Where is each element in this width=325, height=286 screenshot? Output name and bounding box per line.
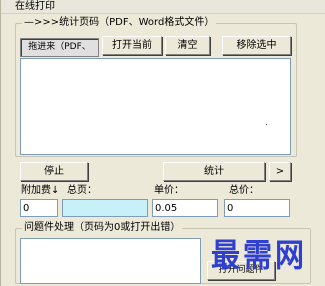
unit-price-input[interactable] xyxy=(152,199,218,217)
count-pages-legend: —>>>统计页码（PDF、Word格式文件） xyxy=(22,17,217,29)
title-bar: 在线打印 xyxy=(1,0,325,14)
problem-file-list[interactable] xyxy=(20,238,201,284)
count-button[interactable]: 统计 xyxy=(163,162,265,181)
total-pages-label: 总页： xyxy=(67,185,97,196)
list-marker xyxy=(266,124,267,125)
drag-in-button[interactable]: 拖进来（PDF、DOC） xyxy=(20,38,99,69)
total-price-input[interactable] xyxy=(224,199,290,217)
surcharge-label: 附加费↓ xyxy=(21,185,60,196)
more-button[interactable]: > xyxy=(269,162,291,181)
clear-button[interactable]: 清空 xyxy=(165,36,210,55)
open-current-button[interactable]: 打开当前 xyxy=(102,36,162,55)
print-window: 在线打印 —>>>统计页码（PDF、Word格式文件） 拖进来（PDF、DOC）… xyxy=(0,0,325,286)
unit-price-label: 单价： xyxy=(154,185,184,196)
watermark-logo: 最需网 xyxy=(211,236,308,274)
remove-selected-button[interactable]: 移除选中 xyxy=(222,36,291,55)
surcharge-input[interactable] xyxy=(20,199,58,217)
window-title: 在线打印 xyxy=(15,1,55,12)
total-pages-input[interactable] xyxy=(62,199,148,217)
problem-files-legend: 问题件处理（页码为0或打开出错） xyxy=(22,222,183,234)
stop-button[interactable]: 停止 xyxy=(20,162,88,181)
total-price-label: 总价： xyxy=(229,185,259,196)
file-list[interactable] xyxy=(20,58,291,155)
